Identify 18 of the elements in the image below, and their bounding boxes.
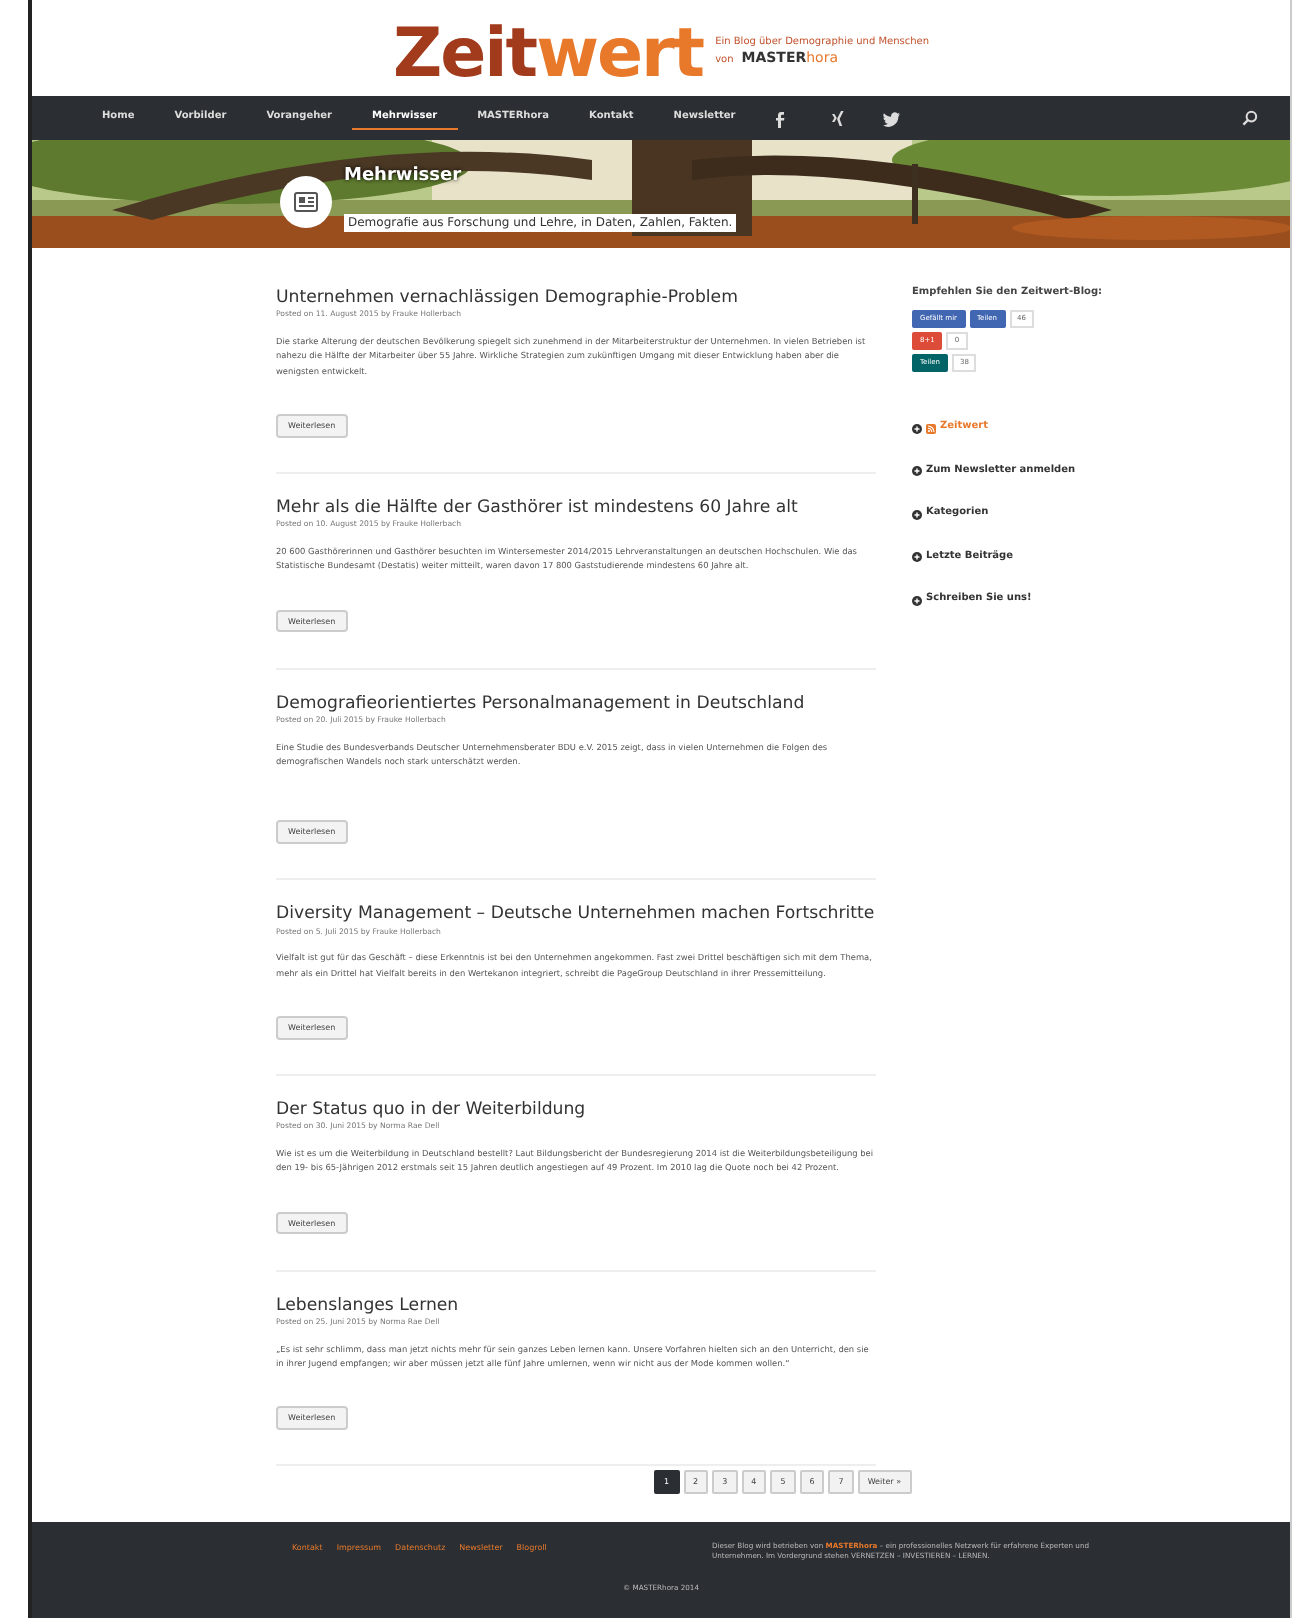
post-title[interactable]: Lebenslanges Lernen [276,1295,876,1317]
post-title[interactable]: Mehr als die Hälfte der Gasthörer ist mindestens 60 Jahre alt [276,498,876,519]
logo[interactable]: Zeitwert [392,17,704,92]
image-icon [294,191,318,212]
post-title[interactable]: Demografieorientiertes Personalmanagement in Deutschland [276,693,876,715]
rss-icon[interactable] [926,423,936,433]
post-title[interactable]: Unternehmen vernachlässigen Demographie-Problem [276,288,876,309]
expand-icon[interactable] [912,509,922,519]
expand-icon[interactable] [912,423,922,433]
page-title: Mehrwisser [344,164,464,190]
post-title[interactable]: Der Status quo in der Weiterbildung [276,1100,876,1121]
expand-icon[interactable] [912,552,922,562]
expand-icon[interactable] [912,466,922,476]
search-icon[interactable] [1242,110,1258,126]
xing-icon[interactable] [827,109,846,127]
post-title[interactable]: Diversity Management – Deutsche Unternehmen machen Fortschritte [276,904,876,926]
twitter-icon[interactable] [881,109,900,127]
expand-icon[interactable] [912,595,922,605]
